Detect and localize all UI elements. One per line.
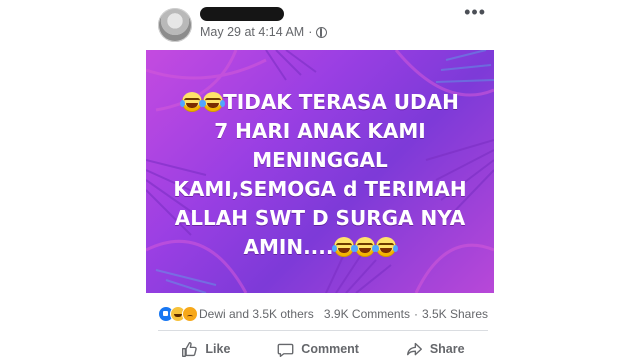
avatar[interactable] (158, 8, 192, 42)
share-button[interactable]: Share (406, 341, 465, 358)
more-options-icon[interactable]: ••• (464, 3, 486, 21)
share-arrow-icon (406, 342, 422, 355)
tears-of-joy-emoji-icon (373, 237, 398, 257)
share-label: Share (429, 342, 465, 356)
shares-count[interactable]: 3.5K Shares (422, 307, 488, 321)
meta-separator: · (308, 25, 313, 39)
globe-icon[interactable] (316, 26, 328, 38)
post-meta: May 29 at 4:14 AM · (200, 25, 328, 39)
comment-bubble-icon (277, 343, 294, 357)
reaction-icons[interactable] (158, 306, 198, 322)
image-caption-text: TIDAK TERASA UDAH 7 HARI ANAK KAMI MENIN… (146, 88, 494, 262)
like-button[interactable]: Like (181, 341, 230, 358)
reactions-summary: Dewi and 3.5K others 3.9K Comments · 3.5… (158, 305, 488, 323)
engagement-counts: 3.9K Comments · 3.5K Shares (324, 307, 488, 321)
counts-separator: · (413, 307, 418, 321)
image-text-line-3: MENINGGAL (252, 148, 388, 172)
image-text-line-1-label: TIDAK TERASA UDAH (223, 90, 459, 114)
reactors-count[interactable]: Dewi and 3.5K others (199, 307, 324, 321)
tears-of-joy-emoji-icon (200, 92, 225, 112)
comment-button[interactable]: Comment (277, 341, 359, 358)
redacted-author-name[interactable] (200, 7, 284, 21)
tears-of-joy-emoji-icon (179, 92, 204, 112)
sad-reaction-icon (182, 306, 198, 322)
image-text-line-2: 7 HARI ANAK KAMI (214, 119, 426, 143)
image-text-line-5: ALLAH SWT D SURGA NYA (174, 206, 466, 230)
thumbs-up-icon (182, 341, 198, 357)
actions-divider (158, 330, 488, 331)
image-text-line-4: KAMI,SEMOGA d TERIMAH (173, 177, 467, 201)
image-text-line-6-label: AMIN.... (243, 235, 334, 259)
facebook-post-card: May 29 at 4:14 AM · ••• TIDAK TERASA UDA… (138, 0, 502, 360)
tears-of-joy-emoji-icon (352, 237, 377, 257)
comment-label: Comment (301, 342, 359, 356)
image-text-line-1: TIDAK TERASA UDAH (146, 88, 494, 117)
post-actions-bar: Like Comment Share (158, 338, 488, 360)
post-image[interactable]: TIDAK TERASA UDAH 7 HARI ANAK KAMI MENIN… (146, 50, 494, 293)
post-timestamp[interactable]: May 29 at 4:14 AM (200, 25, 304, 39)
tears-of-joy-emoji-icon (331, 237, 356, 257)
comments-count[interactable]: 3.9K Comments (324, 307, 410, 321)
image-text-line-6: AMIN.... (146, 233, 494, 262)
like-label: Like (205, 342, 231, 356)
